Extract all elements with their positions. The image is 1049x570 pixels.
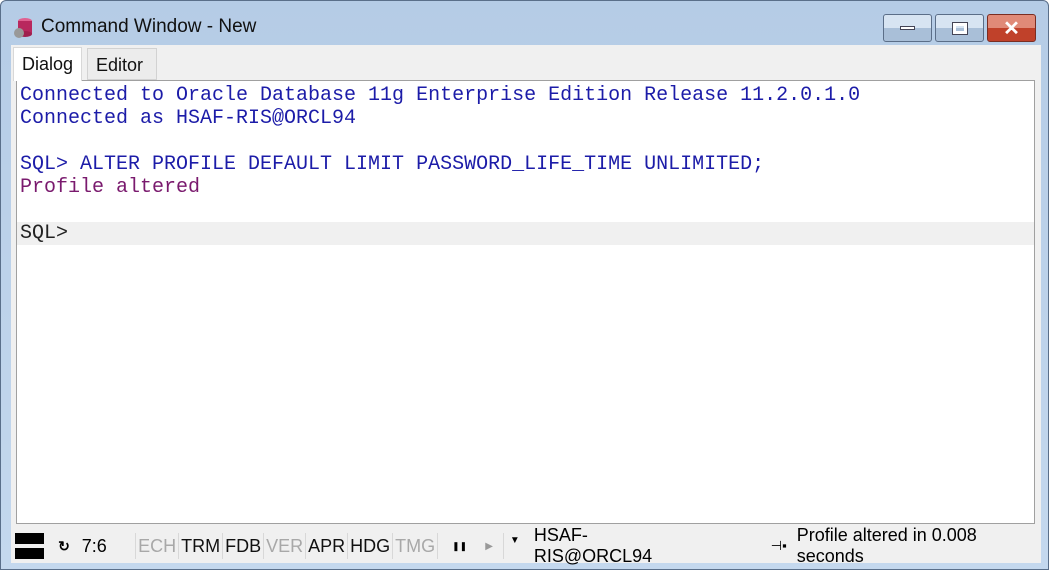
output-line: Connected to Oracle Database 11g Enterpr… (20, 84, 861, 107)
output-area[interactable]: Connected to Oracle Database 11g Enterpr… (16, 80, 1035, 524)
indicator-fdb[interactable]: FDB (223, 536, 263, 557)
window-title: Command Window - New (41, 16, 257, 37)
maximize-icon (951, 21, 968, 35)
sql-prompt[interactable]: SQL> (17, 222, 1034, 245)
client-area: Dialog Editor Connected to Oracle Databa… (11, 45, 1041, 566)
indicator-apr[interactable]: APR (306, 536, 347, 557)
cursor-position: 7:6 (81, 535, 107, 556)
command-window: Command Window - New ✕ Dialog Editor Con… (0, 0, 1049, 570)
minimize-icon (900, 26, 915, 30)
output-line: Connected as HSAF-RIS@ORCL94 (20, 107, 357, 130)
dropdown-icon[interactable]: ▼ (510, 535, 520, 546)
play-icon[interactable]: ▶ (485, 541, 493, 552)
close-icon: ✕ (1003, 17, 1020, 40)
database-icon (14, 18, 32, 38)
close-button[interactable]: ✕ (987, 14, 1036, 42)
status-message: Profile altered in 0.008 seconds (796, 525, 977, 566)
status-bar: ↻ 7:6 ECH TRM FDB VER APR HDG TMG ❚❚ ▶ ▼ HSAF-… (11, 525, 1041, 566)
indicator-trm[interactable]: TRM (179, 536, 222, 557)
output-line: SQL> ALTER PROFILE DEFAULT LIMIT PASSWOR… (20, 153, 765, 176)
indicator-tmg[interactable]: TMG (393, 536, 437, 557)
pause-icon[interactable]: ❚❚ (452, 541, 467, 552)
indicator-hdg[interactable]: HDG (348, 536, 392, 557)
split-layout-icon[interactable] (15, 533, 45, 559)
tab-editor[interactable]: Editor (87, 48, 157, 80)
indicator-ver[interactable]: VER (264, 536, 305, 557)
minimize-button[interactable] (883, 14, 932, 42)
pin-icon: ⊣▪ (770, 538, 787, 553)
indicator-ech[interactable]: ECH (136, 536, 178, 557)
tab-dialog[interactable]: Dialog (13, 47, 83, 81)
maximize-button[interactable] (935, 14, 984, 42)
connection-label: HSAF-RIS@ORCL94 (533, 525, 653, 566)
divider (502, 533, 504, 559)
refresh-icon[interactable]: ↻ (58, 538, 70, 555)
output-line: Profile altered (20, 176, 201, 199)
divider (437, 533, 439, 559)
